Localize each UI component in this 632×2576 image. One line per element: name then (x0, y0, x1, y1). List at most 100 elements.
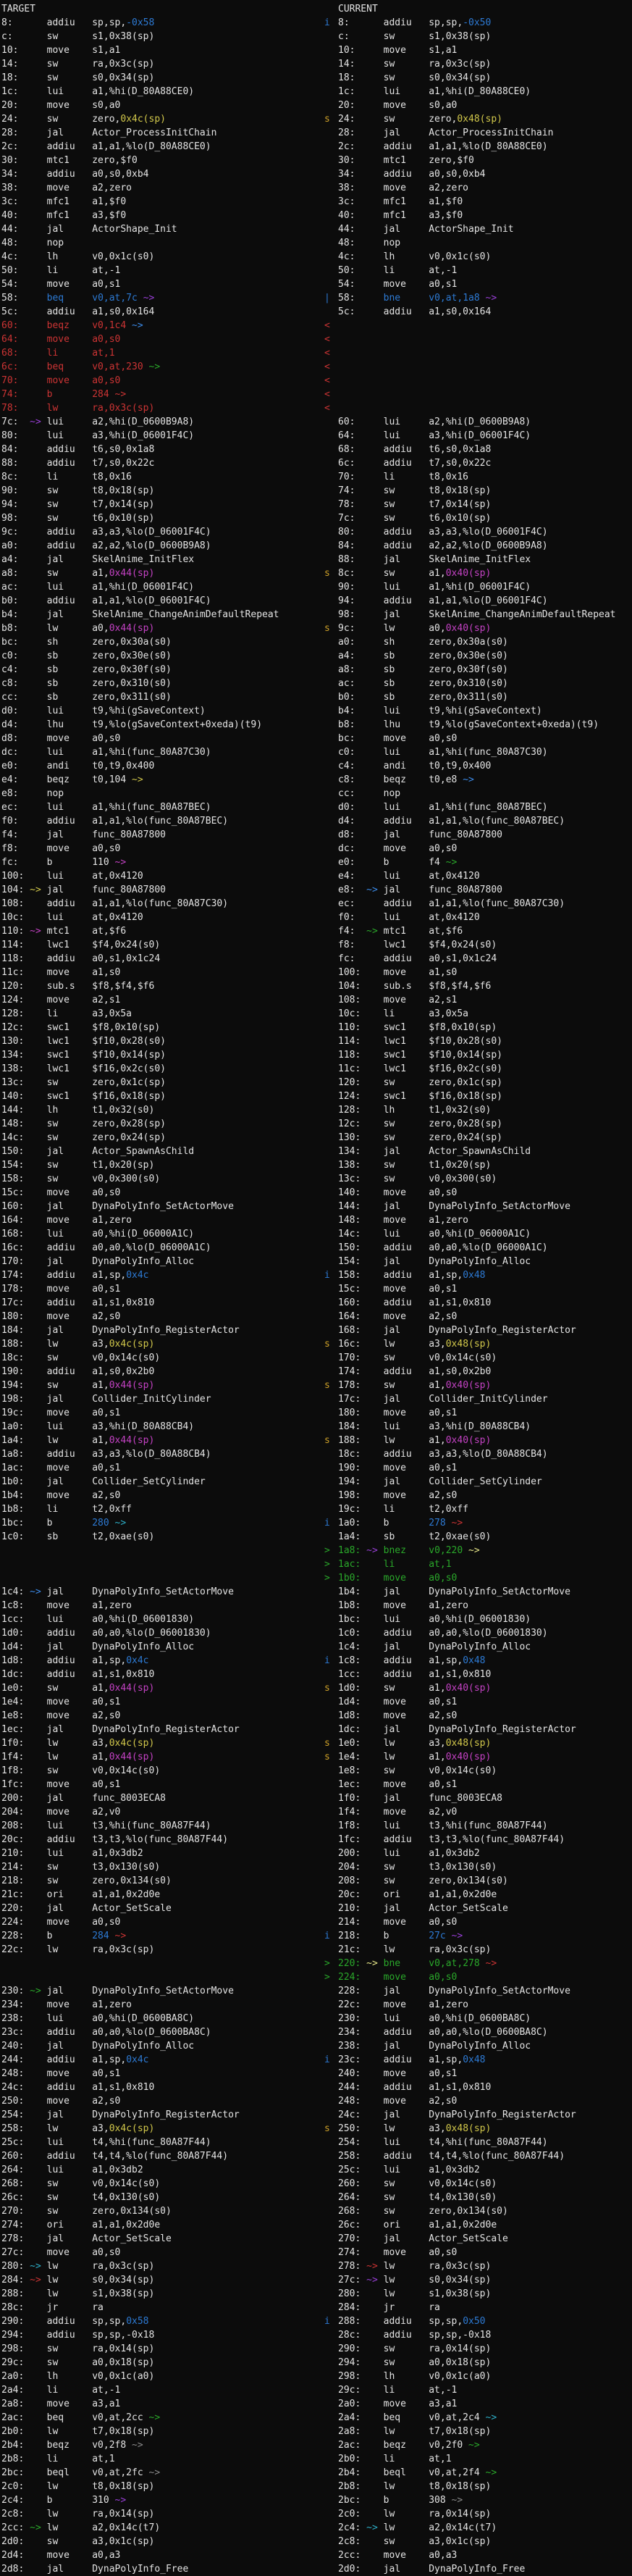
asm-line-target: d8: move a0,s0 (1, 732, 120, 745)
asm-row: 244: addiu a1,sp,0x4ci23c: addiu a1,sp,0… (0, 2053, 632, 2067)
asm-line-target: 2d0: sw a3,0x1c(sp) (1, 2535, 154, 2548)
asm-row: 188: lw a3,0x4c(sp)s16c: lw a3,0x48(sp) (0, 1337, 632, 1351)
asm-line-target: 1b8: li t2,0xff (1, 1502, 132, 1516)
asm-row: 29c: sw a0,0x18(sp)294: sw a0,0x18(sp) (0, 2356, 632, 2370)
asm-text-segment: 0x4c(sp) (109, 2123, 155, 2134)
asm-row: 14: sw ra,0x3c(sp)14: sw ra,0x3c(sp) (0, 57, 632, 71)
asm-line-target: 1c0: sb t2,0xae(s0) (1, 1530, 154, 1544)
asm-line-current: 110: swc1 $f8,0x10(sp) (338, 1021, 497, 1034)
asm-line-current: 2a0: move a3,a1 (338, 2397, 457, 2411)
asm-line-current: 1e4: lw a1,0x40(sp) (338, 1750, 491, 1764)
asm-line-target: 20c: addiu t3,t3,%lo(func_80A87F44) (1, 1833, 228, 1847)
asm-line-current: 40: mfc1 a3,$f0 (338, 209, 463, 222)
asm-text-segment: 60: beqz v0,1c4 (1, 320, 132, 331)
asm-row: 2b4: beqz v0,2f8 ~>2ac: beqz v0,2f0 ~> (0, 2438, 632, 2452)
asm-row: 4c: lh v0,0x1c(s0)4c: lh v0,0x1c(s0) (0, 250, 632, 264)
asm-line-target: 168: lui a0,%hi(D_06000A1C) (1, 1227, 194, 1241)
asm-text-segment: 0x48 (463, 1270, 485, 1281)
asm-line-current: 288: addiu sp,sp,0x50 (338, 2314, 486, 2328)
asm-line-current: 4c: lh v0,0x1c(s0) (338, 250, 491, 264)
asm-line-target: 78: lw ra,0x3c(sp) (1, 401, 154, 415)
asm-text-segment: 0x40(sp) (446, 1435, 492, 1446)
asm-line-current: 1e0: lw a3,0x48(sp) (338, 1736, 491, 1750)
asm-row: 1c4: ~> jal DynaPolyInfo_SetActorMove1b4… (0, 1585, 632, 1599)
asm-text-segment: 0x4c (126, 1270, 148, 1281)
asm-row: f0: addiu a1,a1,%lo(func_80A87BEC)d4: ad… (0, 814, 632, 828)
asm-line-target: 27c: move a0,s0 (1, 2246, 120, 2259)
asm-text-segment: 8: addiu sp,sp, (338, 17, 463, 28)
asm-row: dc: lui a1,%hi(func_80A87C30)c0: lui a1,… (0, 745, 632, 759)
asm-text-segment: lw ra,0x3c(sp) (384, 2261, 492, 2272)
asm-row: 23c: addiu a0,a0,%lo(D_0600BA8C)234: add… (0, 2025, 632, 2039)
asm-row: 1f0: lw a3,0x4c(sp)s1e0: lw a3,0x48(sp) (0, 1736, 632, 1750)
asm-line-current: ec: addiu a1,a1,%lo(func_80A87C30) (338, 897, 565, 911)
asm-line-target: 6c: beq v0,at,230 ~> (1, 360, 160, 374)
diff-marker: < (324, 333, 330, 346)
asm-line-target: 1d8: addiu a1,sp,0x4c (1, 1654, 149, 1668)
asm-row: 2b8: li at,12b0: li at,1 (0, 2452, 632, 2466)
asm-line-target: 1b0: jal Collider_SetCylinder (1, 1475, 206, 1489)
asm-line-current: 70: li t8,0x16 (338, 470, 468, 484)
asm-line-target: 50: li at,-1 (1, 264, 120, 277)
asm-line-target: 250: move a2,s0 (1, 2094, 120, 2108)
asm-line-target: 74: b 284 ~> (1, 388, 126, 401)
asm-line-current: 26c: ori a1,a1,0x2d0e (338, 2218, 497, 2232)
asm-line-target: 98: sw t6,0x10(sp) (1, 511, 154, 525)
asm-row: d4: lhu t9,%lo(gSaveContext+0xeda)(t9)b8… (0, 718, 632, 732)
asm-line-current: 168: jal DynaPolyInfo_RegisterActor (338, 1323, 576, 1337)
asm-text-segment: 188: lw a1, (338, 1435, 446, 1446)
asm-line-target: e4: beqz t0,104 ~> (1, 773, 143, 787)
asm-text-segment: 290: addiu sp,sp, (1, 2316, 126, 2327)
asm-text-segment: lui a2,%hi(D_0600B9A8) (47, 417, 195, 427)
asm-text-segment: ~> (366, 2275, 383, 2286)
asm-text-segment: ~> (366, 1545, 383, 1556)
asm-line-current: 2c4: ~> lw a2,0x14c(t7) (338, 2521, 497, 2535)
asm-line-target: 2c0: lw t8,0x18(sp) (1, 2480, 154, 2493)
asm-line-target: 80: lui a3,%hi(D_06001F4C) (1, 429, 194, 443)
asm-row: d0: lui t9,%hi(gSaveContext)b4: lui t9,%… (0, 704, 632, 718)
asm-line-current: 134: jal Actor_SpawnAsChild (338, 1145, 531, 1158)
diff-marker: < (324, 401, 330, 415)
asm-text-segment: 0x48(sp) (446, 1738, 492, 1749)
asm-text-segment (446, 1931, 452, 1941)
asm-line-target: 134: swc1 $f10,0x14(sp) (1, 1048, 166, 1062)
asm-line-current: 258: addiu t4,t4,%lo(func_80A87F44) (338, 2149, 565, 2163)
asm-line-current: d0: lui a1,%hi(func_80A87BEC) (338, 800, 548, 814)
asm-text-segment: c8: beqz t0,e8 (338, 774, 463, 785)
asm-text-segment: 8: addiu sp,sp, (1, 17, 126, 28)
asm-line-target: 2a8: move a3,a1 (1, 2397, 120, 2411)
asm-line-target: 194: sw a1,0x44(sp) (1, 1379, 154, 1392)
asm-line-current: 204: sw t3,0x130(s0) (338, 1860, 497, 1874)
asm-line-current: 2c0: lw ra,0x14(sp) (338, 2507, 491, 2521)
asm-row: 2a4: li at,-129c: li at,-1 (0, 2383, 632, 2397)
asm-text-segment: lw s0,0x34(sp) (384, 2275, 492, 2286)
asm-row: 11c: move a1,s0100: move a1,s0 (0, 966, 632, 979)
asm-text-segment: 0x40(sp) (446, 1683, 492, 1694)
asm-row: 2a8: move a3,a1 2a0: move a3,a1 (0, 2397, 632, 2411)
asm-text-segment: 0x44(sp) (109, 568, 155, 579)
asm-line-current: 1c0: addiu a0,a0,%lo(D_06001830) (338, 1626, 548, 1640)
asm-text-segment: -0x50 (463, 17, 491, 28)
asm-line-target: 234: move a1,zero (1, 1998, 132, 2012)
asm-line-current: 158: addiu a1,sp,0x48 (338, 1268, 486, 1282)
asm-row: 7c: ~> lui a2,%hi(D_0600B9A8)60: lui a2,… (0, 415, 632, 429)
asm-line-target: 3c: mfc1 a1,$f0 (1, 195, 126, 209)
asm-row: c: sw s1,0x38(sp)c: sw s1,0x38(sp) (0, 30, 632, 43)
asm-line-current: 170: sw v0,0x14c(s0) (338, 1351, 497, 1365)
asm-row: 128: li a3,0x5a10c: li a3,0x5a (0, 1007, 632, 1021)
asm-text-segment: 2c4: (338, 2522, 366, 2533)
asm-line-current: 38: move a2,zero (338, 181, 468, 195)
asm-row: 1cc: lui a0,%hi(D_06001830)1bc: lui a0,%… (0, 1613, 632, 1626)
diff-marker: | (324, 291, 330, 305)
asm-row: >1ac: li at,1 (0, 1557, 632, 1571)
asm-row: 1dc: addiu a1,s1,0x8101cc: addiu a1,s1,0… (0, 1668, 632, 1681)
asm-line-current: 218: b 27c ~> (338, 1929, 463, 1943)
asm-row: 14c: sw zero,0x24(sp)130: sw zero,0x24(s… (0, 1131, 632, 1145)
asm-text-segment: 58: (338, 293, 384, 304)
asm-text-segment: jal DynaPolyInfo_SetActorMove (47, 1586, 234, 1597)
asm-line-target: 238: lui a0,%hi(D_0600BA8C) (1, 2012, 194, 2025)
asm-line-current: 2ac: beqz v0,2f0 ~> (338, 2438, 480, 2452)
asm-line-target: 1d0: addiu a0,a0,%lo(D_06001830) (1, 1626, 211, 1640)
asm-row: 1bc: b 280 ~>i1a0: b 278 ~> (0, 1516, 632, 1530)
diff-marker: > (324, 1544, 330, 1557)
